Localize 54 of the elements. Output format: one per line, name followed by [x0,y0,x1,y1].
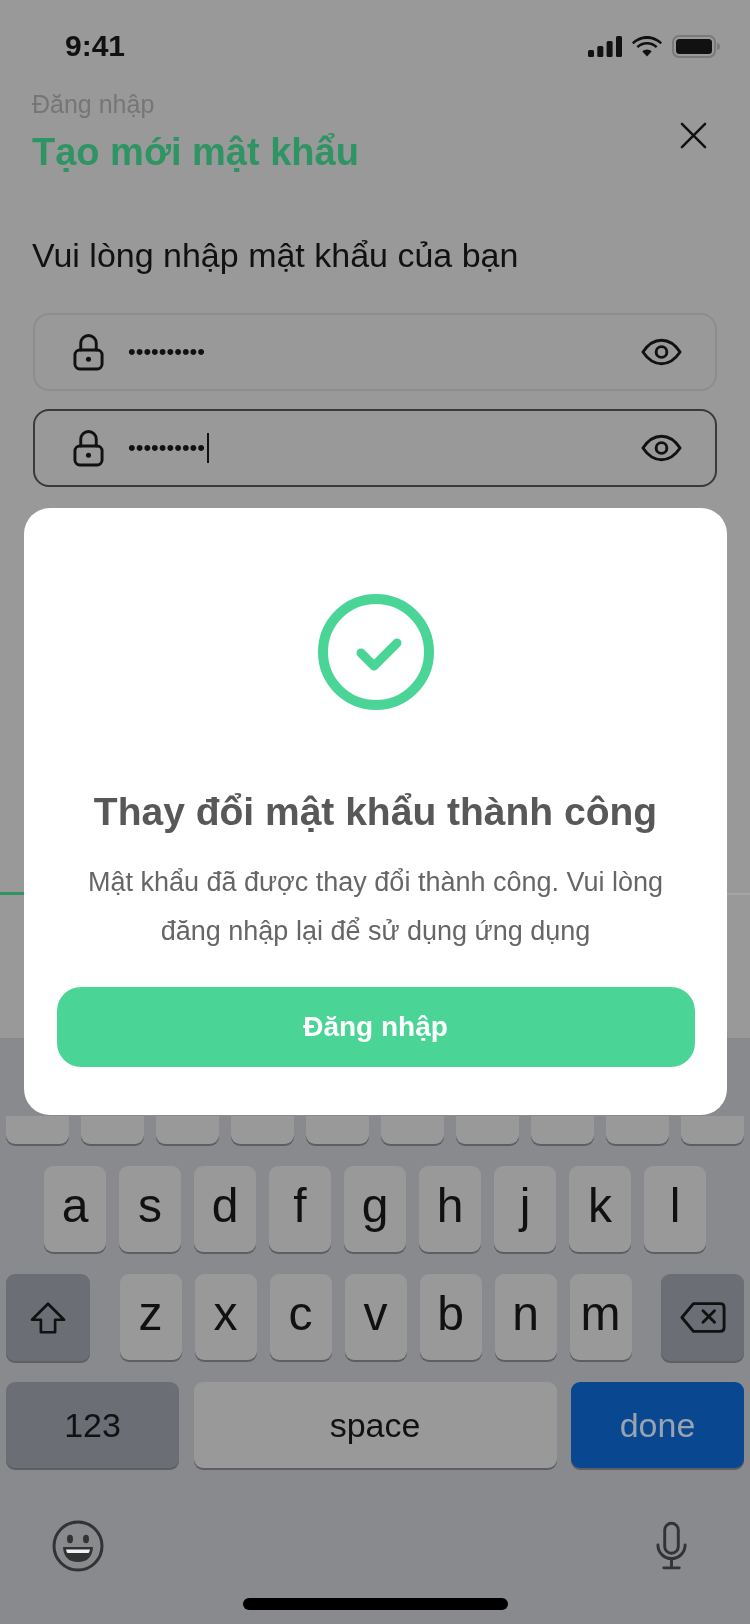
lock-icon [73,333,104,371]
space-key[interactable]: space [193,1382,557,1468]
keyboard-key[interactable] [456,1116,519,1144]
page-title: Tạo mới mật khẩu [32,130,359,174]
password-prompt: Vui lòng nhập mật khẩu của bạn [32,237,519,273]
keyboard-key[interactable]: j [494,1166,556,1252]
dialog-title: Thay đổi mật khẩu thành công [93,790,658,834]
eye-icon[interactable] [641,338,682,366]
keyboard-key[interactable] [381,1116,444,1144]
battery-icon [672,34,720,58]
keyboard-key[interactable]: z [119,1274,182,1360]
password-field[interactable]: •••••••••• [33,313,717,391]
status-time: 9:41 [65,31,126,61]
keyboard-key[interactable]: k [569,1166,631,1252]
shift-arrow-icon [30,1301,66,1334]
numbers-key[interactable]: 123 [6,1382,179,1468]
keyboard-key[interactable]: v [344,1274,407,1360]
shift-key[interactable] [6,1274,90,1361]
eye-icon[interactable] [641,434,682,462]
signal-icon [588,35,622,57]
keyboard-key[interactable] [156,1116,219,1144]
microphone-icon[interactable] [655,1521,688,1571]
keyboard-key[interactable]: m [569,1274,632,1360]
keyboard-key[interactable]: h [419,1166,481,1252]
keyboard-key[interactable] [6,1116,69,1144]
backspace-key[interactable] [661,1274,744,1361]
password-field[interactable]: •••••••••• [33,409,717,487]
keyboard-key[interactable]: x [194,1274,257,1360]
done-key[interactable]: done [571,1382,744,1468]
text-cursor [207,433,210,463]
keyboard-key[interactable]: n [494,1274,557,1360]
smiley-icon[interactable] [52,1520,104,1572]
keyboard-key[interactable]: l [644,1166,706,1252]
password-value: •••••••••• [128,434,206,462]
keyboard-key[interactable]: a [44,1166,106,1252]
keyboard-key[interactable] [81,1116,144,1144]
keyboard-key[interactable] [531,1116,594,1144]
keyboard-key[interactable]: s [119,1166,181,1252]
keyboard-key[interactable] [306,1116,369,1144]
keyboard-key[interactable]: f [269,1166,331,1252]
lock-icon [73,429,104,467]
keyboard-key[interactable]: g [344,1166,406,1252]
check-circle-icon [317,594,434,710]
keyboard-key[interactable] [231,1116,294,1144]
close-icon[interactable] [680,122,707,149]
keyboard-key[interactable]: d [194,1166,256,1252]
keyboard-key[interactable]: b [419,1274,482,1360]
password-value: •••••••••• [128,338,206,366]
keyboard-key[interactable] [606,1116,669,1144]
wifi-icon [632,35,662,57]
backspace-icon [679,1301,726,1334]
keyboard-key[interactable] [681,1116,744,1144]
dialog-message: Mật khẩu đã được thay đổi thành công. Vui lòng đăng nhập lại để sử dụng ứng dụng [86,866,665,948]
keyboard-key[interactable]: c [269,1274,332,1360]
